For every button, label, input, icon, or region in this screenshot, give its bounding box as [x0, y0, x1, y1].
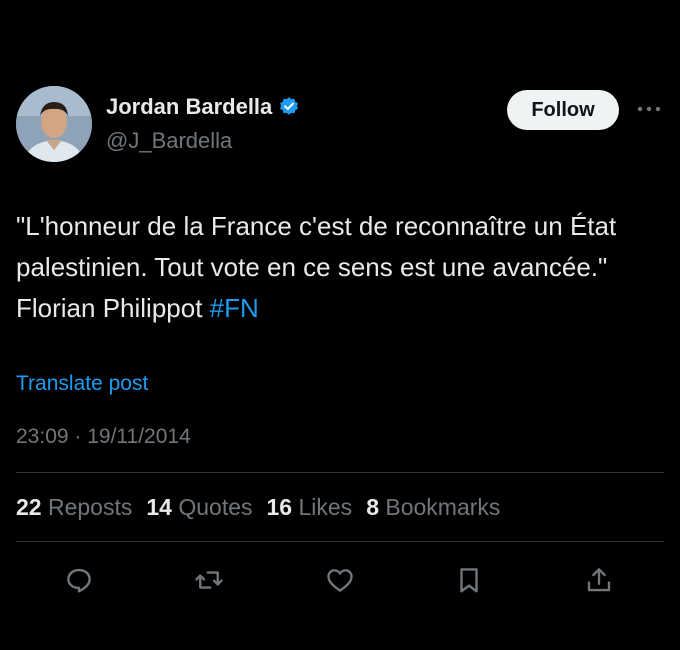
repost-icon — [195, 571, 223, 589]
follow-button[interactable]: Follow — [507, 90, 619, 130]
translate-post-link[interactable]: Translate post — [16, 372, 148, 396]
user-handle[interactable]: @J_Bardella — [106, 128, 232, 154]
bookmark-button[interactable] — [452, 563, 486, 597]
verified-badge-icon[interactable] — [278, 96, 300, 118]
likes-stat[interactable]: 16 Likes — [267, 494, 353, 521]
bookmarks-stat[interactable]: 8 Bookmarks — [366, 494, 500, 521]
like-icon — [327, 569, 353, 592]
tweet-text: "L'honneur de la France c'est de reconna… — [16, 206, 656, 329]
divider — [16, 541, 664, 542]
reply-icon — [67, 568, 91, 593]
share-button[interactable] — [582, 563, 616, 597]
divider — [16, 472, 664, 473]
reposts-stat[interactable]: 22 Reposts — [16, 494, 132, 521]
avatar-photo — [16, 86, 92, 162]
display-name[interactable]: Jordan Bardella — [106, 94, 272, 120]
tweet-text-body: "L'honneur de la France c'est de reconna… — [16, 211, 617, 323]
bookmark-icon — [460, 568, 478, 593]
avatar[interactable] — [16, 86, 92, 162]
share-icon — [587, 568, 611, 592]
more-options-icon[interactable] — [636, 100, 662, 118]
quotes-stat[interactable]: 14 Quotes — [146, 494, 252, 521]
like-button[interactable] — [323, 563, 357, 597]
repost-button[interactable] — [192, 563, 226, 597]
timestamp[interactable]: 23:09 · 19/11/2014 — [16, 425, 191, 449]
reply-button[interactable] — [62, 563, 96, 597]
engagement-stats: 22 Reposts 14 Quotes 16 Likes 8 Bookmark… — [16, 494, 514, 521]
hashtag-link[interactable]: #FN — [210, 293, 259, 323]
